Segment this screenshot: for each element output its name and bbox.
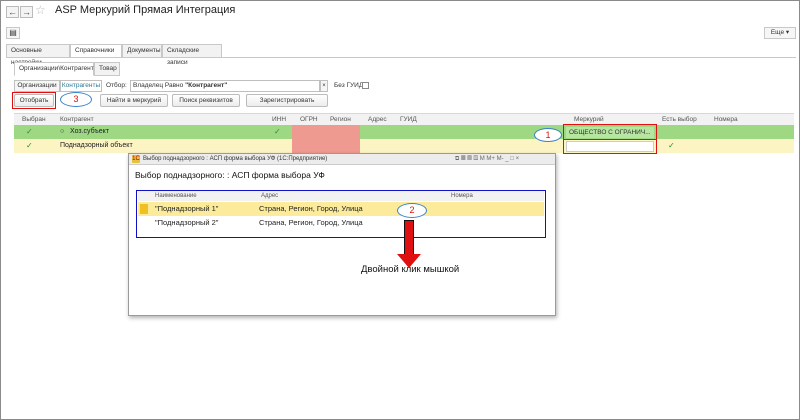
dialog-titlebar-tools: ⧉ ▦ ▤ ▧ M M+ M- _ □ ×: [455, 155, 519, 164]
col-selected[interactable]: Выбран: [22, 114, 46, 125]
tab-reference-books[interactable]: Справочники: [70, 44, 122, 58]
register-button[interactable]: Зарегистрировать: [246, 94, 328, 107]
table-row[interactable]: [14, 125, 794, 139]
item-address: Страна, Регион, Город, Улица: [259, 204, 363, 213]
counterparty-name: Хоз.субъект: [70, 128, 110, 135]
item-address: Страна, Регион, Город, Улица: [259, 218, 363, 227]
tab-basic-settings[interactable]: Основные настройки: [6, 44, 70, 66]
col-address[interactable]: Адрес: [368, 114, 387, 125]
minimize-icon[interactable]: _: [505, 156, 508, 162]
col-inn[interactable]: ИНН: [272, 114, 286, 125]
segment-counterparties[interactable]: Контрагенты: [60, 80, 102, 92]
callout-1: 1: [534, 128, 562, 142]
tabs-divider: [6, 57, 796, 58]
dialog-table-header: [138, 191, 544, 201]
dialog-window-title: Выбор поднадзорного : АСП форма выбора У…: [143, 156, 328, 162]
calculator-icon[interactable]: ▧: [473, 156, 478, 162]
row-expand-icon[interactable]: ○: [60, 125, 64, 139]
filter-clear-icon[interactable]: ×: [320, 80, 328, 92]
maximize-icon[interactable]: □: [510, 156, 514, 162]
has-choice-check-icon: ✓: [668, 141, 675, 150]
counterparty-name: Поднадзорный объект: [60, 142, 133, 149]
tab-warehouse-records[interactable]: Складские записи: [162, 44, 222, 66]
filter-value-bold: "Контрагент": [185, 82, 228, 89]
calendar-icon[interactable]: ▤: [467, 156, 472, 162]
callout-3: 3: [60, 92, 92, 107]
dcol-address[interactable]: Адрес: [261, 191, 278, 201]
col-guid[interactable]: ГУИД: [400, 114, 417, 125]
tab-org-counterparties[interactable]: Организации\Контрагенты: [14, 62, 98, 76]
dialog-heading: Выбор поднадзорного: : АСП форма выбора …: [135, 170, 325, 180]
filter-value-prefix: Владелец Равно: [133, 82, 186, 89]
selected-checkbox[interactable]: ✓: [26, 139, 33, 153]
mercury-cell-highlight: [563, 124, 657, 140]
col-has-choice[interactable]: Есть выбор: [662, 114, 697, 125]
star-icon[interactable]: ☆: [35, 3, 46, 17]
select-button-highlight: [12, 92, 56, 109]
ogrn-cell-error: [292, 125, 360, 153]
selected-checkbox[interactable]: ✓: [26, 125, 33, 139]
filter-label: Отбор:: [106, 82, 127, 89]
arrow-left-icon: ←: [8, 7, 17, 17]
memory-mminus-button[interactable]: M-: [497, 156, 504, 162]
close-icon[interactable]: ×: [516, 156, 520, 162]
filter-field[interactable]: Владелец Равно "Контрагент": [130, 80, 320, 92]
dcol-name[interactable]: Наименование: [155, 191, 197, 201]
link-icon[interactable]: ⧉: [455, 156, 459, 162]
col-region[interactable]: Регион: [330, 114, 351, 125]
back-button[interactable]: ←: [6, 6, 19, 18]
more-button[interactable]: Еще ▾: [764, 27, 796, 39]
col-numbers[interactable]: Номера: [714, 114, 738, 125]
app-logo-icon: 1С: [132, 155, 140, 163]
callout-2: 2: [397, 203, 427, 218]
memory-mplus-button[interactable]: M+: [486, 156, 495, 162]
no-guid-checkbox[interactable]: [362, 82, 369, 89]
tab-documents[interactable]: Документы: [122, 44, 162, 58]
choice-dialog: 1С Выбор поднадзорного : АСП форма выбор…: [128, 153, 556, 316]
col-ogrn[interactable]: ОГРН: [300, 114, 318, 125]
filter-label-text: Отбор: [106, 82, 125, 89]
mercury-cell-highlight: [563, 139, 657, 154]
arrow-right-icon: →: [22, 7, 31, 17]
list-icon[interactable]: ▤: [6, 27, 20, 39]
segment-organizations[interactable]: Организации: [14, 80, 60, 92]
row-marker-icon: [140, 204, 148, 214]
inn-check-icon: ✓: [274, 127, 281, 136]
arrow-down-icon: [404, 220, 414, 256]
find-in-mercury-button[interactable]: Найти в меркурий: [100, 94, 168, 107]
table-icon[interactable]: ▦: [461, 156, 466, 162]
item-name: "Поднадзорный 1": [155, 204, 219, 213]
memory-m-button[interactable]: M: [480, 156, 485, 162]
tab-goods[interactable]: Товар: [94, 62, 120, 76]
col-counterparty[interactable]: Контрагент: [60, 114, 94, 125]
item-name: "Поднадзорный 2": [155, 218, 219, 227]
window-title: ASP Меркурий Прямая Интеграция: [55, 4, 236, 16]
no-guid-label: Без ГУИД: [334, 82, 364, 89]
forward-button[interactable]: →: [20, 6, 33, 18]
annotation-text: Двойной клик мышкой: [361, 264, 460, 275]
search-requisites-button[interactable]: Поиск реквизитов: [172, 94, 240, 107]
more-label: Еще: [770, 29, 785, 36]
dcol-numbers[interactable]: Номера: [451, 191, 473, 201]
